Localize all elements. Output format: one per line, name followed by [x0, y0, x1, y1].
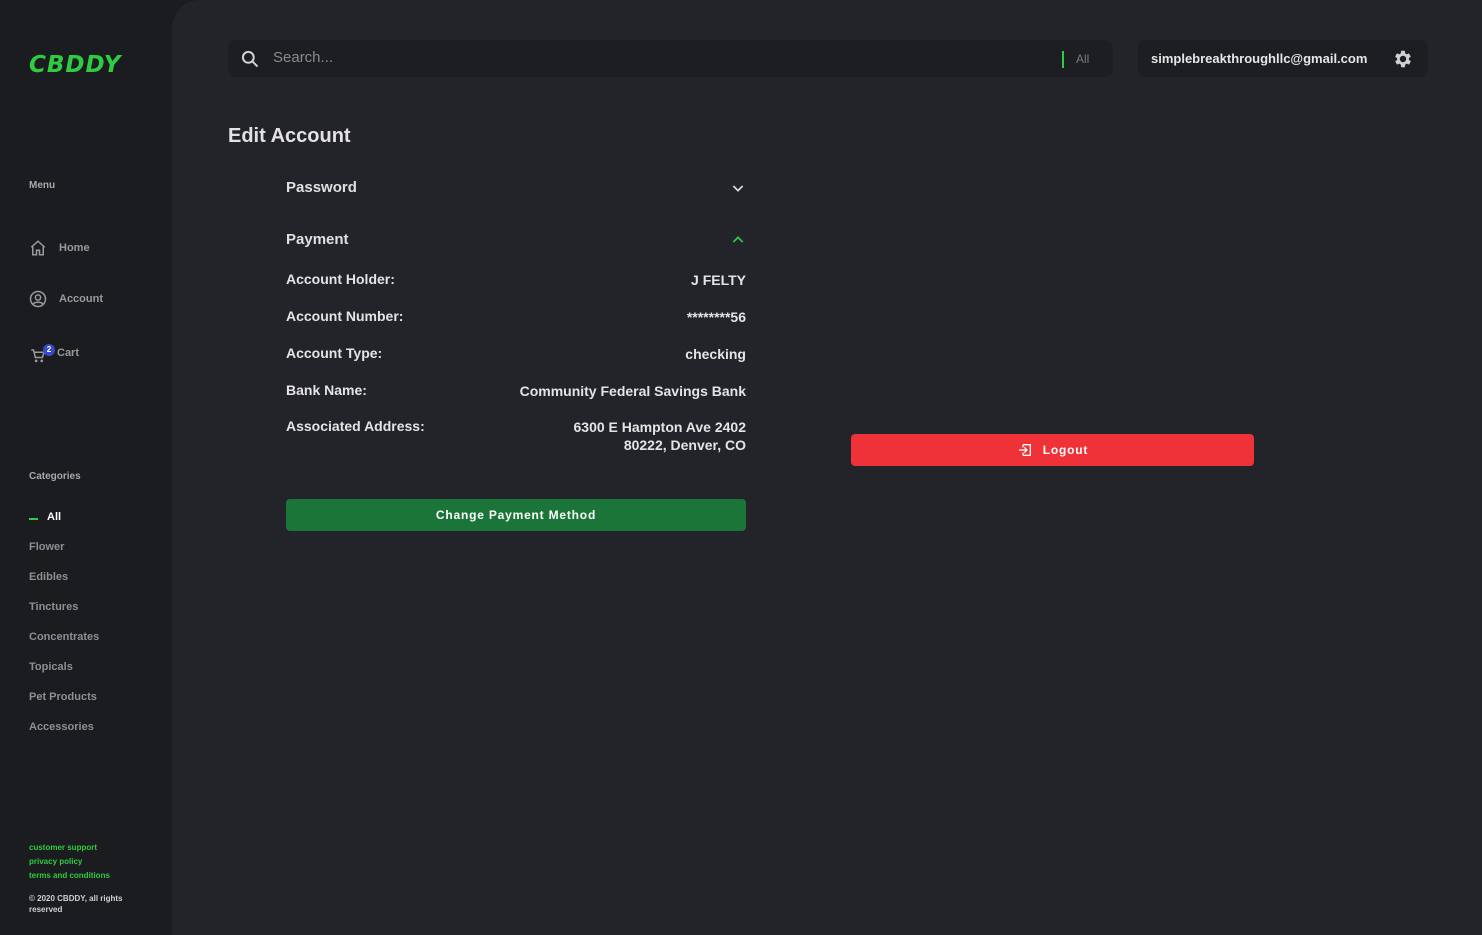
logout-button[interactable]: Logout: [851, 434, 1254, 466]
address-value: 6300 E Hampton Ave 2402 80222, Denver, C…: [574, 418, 747, 454]
account-holder-row: Account Holder: J FELTY: [286, 271, 746, 289]
menu-heading: Menu: [29, 180, 56, 191]
gear-icon[interactable]: [1392, 48, 1414, 70]
search-input[interactable]: [273, 49, 1033, 66]
account-number-row: Account Number: ********56: [286, 308, 746, 326]
category-list: All Flower Edibles Tinctures Concentrate…: [29, 511, 99, 751]
sidebar-item-label: Cart: [57, 347, 80, 359]
field-label: Account Number:: [286, 308, 404, 324]
user-menu: simplebreakthroughllc@gmail.com: [1138, 40, 1428, 77]
category-item-edibles[interactable]: Edibles: [29, 571, 99, 601]
section-label: Payment: [286, 231, 349, 248]
customer-support-link[interactable]: customer support: [29, 841, 110, 855]
sidebar-item-cart[interactable]: 2 Cart: [29, 344, 80, 363]
category-item-concentrates[interactable]: Concentrates: [29, 631, 99, 661]
field-label: Bank Name:: [286, 382, 367, 398]
password-section-toggle[interactable]: Password: [286, 179, 746, 196]
brand-logo[interactable]: CBDDY: [29, 52, 121, 78]
page-title: Edit Account: [228, 125, 351, 147]
section-label: Password: [286, 179, 357, 196]
copyright: © 2020 CBDDY, all rights reserved: [29, 894, 123, 914]
chevron-up-icon: [732, 235, 744, 243]
privacy-policy-link[interactable]: privacy policy: [29, 855, 110, 869]
search-divider: [1062, 51, 1064, 68]
search-icon[interactable]: [240, 49, 260, 69]
main-panel: All simplebreakthroughllc@gmail.com Edit…: [172, 0, 1482, 935]
change-payment-method-button[interactable]: Change Payment Method: [286, 499, 746, 531]
account-icon: [29, 290, 47, 308]
search-bar: All: [228, 40, 1113, 77]
category-item-pet-products[interactable]: Pet Products: [29, 691, 99, 721]
category-item-accessories[interactable]: Accessories: [29, 721, 99, 751]
sidebar-item-label: Account: [59, 293, 103, 305]
payment-section-toggle[interactable]: Payment: [286, 231, 746, 248]
bank-name-value: Community Federal Savings Bank: [519, 383, 746, 399]
field-label: Associated Address:: [286, 418, 425, 434]
chevron-down-icon: [732, 184, 744, 192]
sidebar-item-label: Home: [59, 242, 90, 254]
sidebar: CBDDY Menu Home Account 2 Cart Categorie…: [0, 0, 172, 935]
sidebar-item-home[interactable]: Home: [29, 239, 90, 257]
field-label: Account Type:: [286, 345, 383, 361]
category-item-flower[interactable]: Flower: [29, 541, 99, 571]
sidebar-item-account[interactable]: Account: [29, 290, 103, 308]
categories-heading: Categories: [29, 471, 81, 482]
address-row: Associated Address: 6300 E Hampton Ave 2…: [286, 418, 746, 454]
account-type-row: Account Type: checking: [286, 345, 746, 363]
category-item-topicals[interactable]: Topicals: [29, 661, 99, 691]
bank-name-row: Bank Name: Community Federal Savings Ban…: [286, 382, 746, 400]
footer-links: customer support privacy policy terms an…: [29, 841, 110, 883]
category-item-tinctures[interactable]: Tinctures: [29, 601, 99, 631]
account-holder-value: J FELTY: [691, 272, 746, 288]
address-line-1: 6300 E Hampton Ave 2402: [573, 419, 747, 435]
cart-count-badge: 2: [43, 344, 55, 356]
category-item-all[interactable]: All: [29, 511, 99, 541]
user-email[interactable]: simplebreakthroughllc@gmail.com: [1151, 51, 1367, 66]
cart-icon: 2: [29, 344, 55, 363]
home-icon: [29, 239, 47, 257]
account-type-value: checking: [685, 346, 746, 362]
logout-icon: [1018, 444, 1031, 456]
search-scope-select[interactable]: All: [1076, 52, 1089, 66]
field-label: Account Holder:: [286, 271, 395, 287]
address-line-2: 80222, Denver, CO: [623, 437, 746, 453]
account-number-value: ********56: [686, 309, 746, 325]
terms-link[interactable]: terms and conditions: [29, 869, 110, 883]
logout-label: Logout: [1042, 443, 1089, 457]
